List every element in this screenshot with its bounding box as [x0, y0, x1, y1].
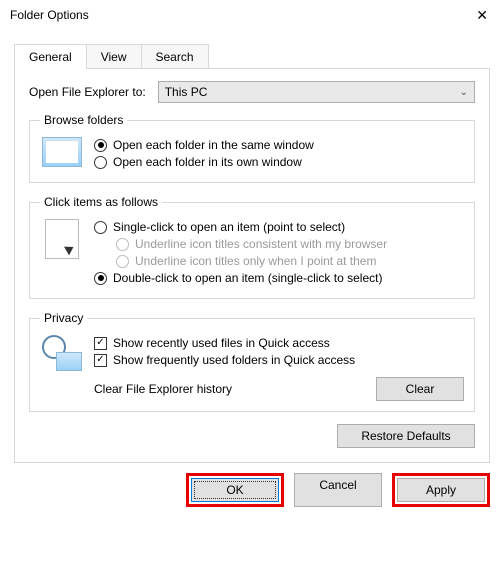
folder-icon	[40, 135, 84, 172]
radio-double-click-label: Double-click to open an item (single-cli…	[113, 271, 382, 285]
chevron-down-icon: ⌄	[460, 87, 468, 98]
highlight-ok: OK	[186, 473, 284, 507]
radio-same-window-label: Open each folder in the same window	[113, 138, 314, 152]
open-explorer-row: Open File Explorer to: This PC ⌄	[29, 81, 475, 103]
radio-underline-browser: Underline icon titles consistent with my…	[116, 237, 464, 251]
check-recent-files[interactable]: ✓ Show recently used files in Quick acce…	[94, 336, 464, 350]
cancel-button[interactable]: Cancel	[294, 473, 382, 507]
checkbox-icon: ✓	[94, 337, 107, 350]
window-title: Folder Options	[10, 8, 89, 22]
dialog-content: General View Search Open File Explorer t…	[0, 30, 504, 463]
radio-underline-browser-label: Underline icon titles consistent with my…	[135, 237, 387, 251]
clear-button[interactable]: Clear	[376, 377, 464, 401]
tab-panel-general: Open File Explorer to: This PC ⌄ Browse …	[14, 69, 490, 463]
check-frequent-folders-label: Show frequently used folders in Quick ac…	[113, 353, 355, 367]
highlight-apply: Apply	[392, 473, 490, 507]
clear-history-label: Clear File Explorer history	[94, 382, 376, 396]
radio-icon	[94, 139, 107, 152]
radio-underline-point: Underline icon titles only when I point …	[116, 254, 464, 268]
privacy-legend: Privacy	[40, 311, 87, 325]
open-explorer-dropdown[interactable]: This PC ⌄	[158, 81, 475, 103]
restore-defaults-button[interactable]: Restore Defaults	[337, 424, 475, 448]
checkbox-icon: ✓	[94, 354, 107, 367]
tab-view[interactable]: View	[86, 44, 142, 69]
dialog-footer: OK Cancel Apply	[0, 463, 504, 519]
browse-folders-legend: Browse folders	[40, 113, 127, 127]
radio-single-click[interactable]: Single-click to open an item (point to s…	[94, 220, 464, 234]
tab-strip: General View Search	[14, 44, 490, 69]
click-items-legend: Click items as follows	[40, 195, 162, 209]
close-icon[interactable]: ✕	[470, 7, 494, 24]
radio-double-click[interactable]: Double-click to open an item (single-cli…	[94, 271, 464, 285]
radio-own-window[interactable]: Open each folder in its own window	[94, 155, 464, 169]
privacy-group: Privacy ✓ Show recently used files in Qu…	[29, 311, 475, 412]
tab-general[interactable]: General	[14, 44, 87, 69]
open-explorer-value: This PC	[165, 85, 208, 99]
history-icon	[40, 333, 84, 401]
tab-search[interactable]: Search	[141, 44, 209, 69]
ok-button[interactable]: OK	[191, 478, 279, 502]
click-items-group: Click items as follows Single-click to o…	[29, 195, 475, 299]
radio-icon	[94, 272, 107, 285]
radio-underline-point-label: Underline icon titles only when I point …	[135, 254, 376, 268]
radio-same-window[interactable]: Open each folder in the same window	[94, 138, 464, 152]
radio-icon	[116, 238, 129, 251]
check-frequent-folders[interactable]: ✓ Show frequently used folders in Quick …	[94, 353, 464, 367]
radio-icon	[116, 255, 129, 268]
check-recent-files-label: Show recently used files in Quick access	[113, 336, 330, 350]
radio-single-click-label: Single-click to open an item (point to s…	[113, 220, 345, 234]
radio-icon	[94, 156, 107, 169]
apply-button[interactable]: Apply	[397, 478, 485, 502]
cursor-icon	[40, 217, 84, 288]
titlebar: Folder Options ✕	[0, 0, 504, 30]
browse-folders-group: Browse folders Open each folder in the s…	[29, 113, 475, 183]
radio-icon	[94, 221, 107, 234]
open-explorer-label: Open File Explorer to:	[29, 85, 146, 99]
radio-own-window-label: Open each folder in its own window	[113, 155, 302, 169]
